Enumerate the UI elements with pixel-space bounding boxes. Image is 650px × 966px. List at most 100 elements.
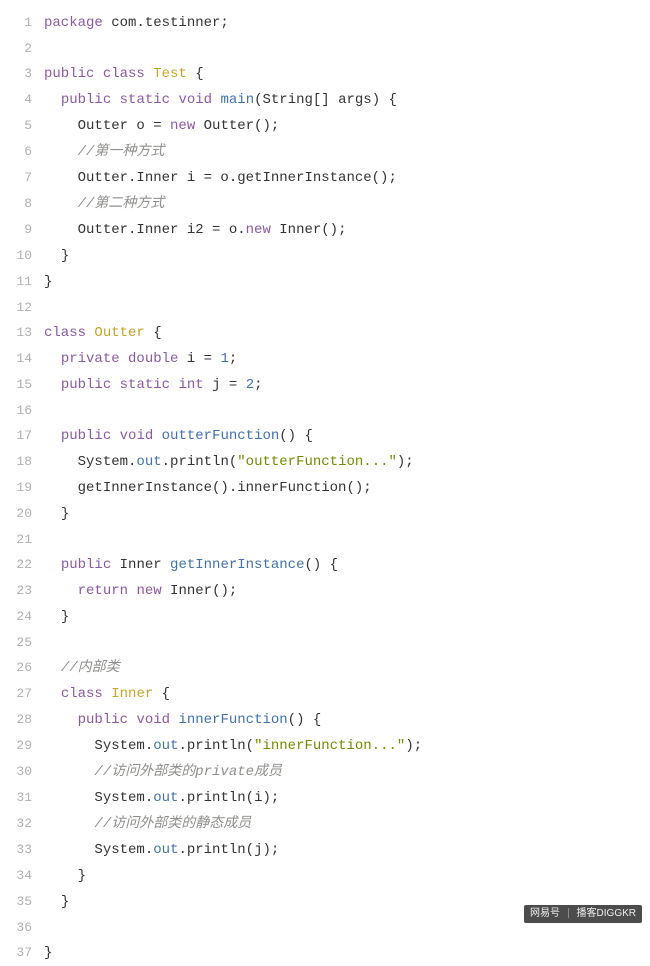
- code-line: 15 public static int j = 2;: [0, 372, 650, 398]
- code-line: 4 public static void main(String[] args)…: [0, 87, 650, 113]
- code-line: 30 //访问外部类的private成员: [0, 759, 650, 785]
- code-line: 21: [0, 527, 650, 552]
- line-number: 8: [0, 191, 44, 216]
- line-number: 2: [0, 36, 44, 61]
- code-content: }: [44, 270, 52, 295]
- line-number: 18: [0, 449, 44, 474]
- code-content: getInnerInstance().innerFunction();: [44, 476, 372, 501]
- code-line: 16: [0, 398, 650, 423]
- line-number: 27: [0, 681, 44, 706]
- line-number: 31: [0, 785, 44, 810]
- code-content: System.out.println(i);: [44, 786, 279, 811]
- line-number: 35: [0, 889, 44, 914]
- code-line: 8 //第二种方式: [0, 191, 650, 217]
- code-content: }: [44, 605, 69, 630]
- line-number: 5: [0, 113, 44, 138]
- code-content: System.out.println(j);: [44, 838, 279, 863]
- code-line: 14 private double i = 1;: [0, 346, 650, 372]
- code-line: 28 public void innerFunction() {: [0, 707, 650, 733]
- code-line: 19 getInnerInstance().innerFunction();: [0, 475, 650, 501]
- line-number: 17: [0, 423, 44, 448]
- line-number: 36: [0, 915, 44, 940]
- line-number: 29: [0, 733, 44, 758]
- line-number: 10: [0, 243, 44, 268]
- code-line: 5 Outter o = new Outter();: [0, 113, 650, 139]
- code-content: }: [44, 244, 69, 269]
- code-content: class Inner {: [44, 682, 170, 707]
- code-line: 10 }: [0, 243, 650, 269]
- code-content: Outter.Inner i2 = o.new Inner();: [44, 218, 346, 243]
- code-line: 22 public Inner getInnerInstance() {: [0, 552, 650, 578]
- line-number: 26: [0, 655, 44, 680]
- line-number: 20: [0, 501, 44, 526]
- code-line: 25: [0, 630, 650, 655]
- code-line: 32 //访问外部类的静态成员: [0, 811, 650, 837]
- watermark-separator: [568, 908, 569, 918]
- code-line: 37}: [0, 940, 650, 966]
- code-content: public void outterFunction() {: [44, 424, 313, 449]
- line-number: 11: [0, 269, 44, 294]
- line-number: 19: [0, 475, 44, 500]
- code-content: public static void main(String[] args) {: [44, 88, 397, 113]
- code-content: }: [44, 941, 52, 966]
- watermark-brand: 网易号: [530, 908, 560, 919]
- line-number: 23: [0, 578, 44, 603]
- watermark: 网易号 播客DIGGKR: [524, 905, 642, 923]
- code-content: package com.testinner;: [44, 11, 229, 36]
- code-line: 6 //第一种方式: [0, 139, 650, 165]
- line-number: 30: [0, 759, 44, 784]
- line-number: 3: [0, 61, 44, 86]
- code-editor: 1package com.testinner;23public class Te…: [0, 0, 650, 966]
- code-line: 12: [0, 295, 650, 320]
- code-line: 7 Outter.Inner i = o.getInnerInstance();: [0, 165, 650, 191]
- code-content: public static int j = 2;: [44, 373, 263, 398]
- line-number: 25: [0, 630, 44, 655]
- line-number: 21: [0, 527, 44, 552]
- code-line: 24 }: [0, 604, 650, 630]
- code-content: }: [44, 502, 69, 527]
- code-line: 18 System.out.println("outterFunction...…: [0, 449, 650, 475]
- code-content: //访问外部类的静态成员: [44, 812, 251, 837]
- line-number: 6: [0, 139, 44, 164]
- line-number: 13: [0, 320, 44, 345]
- line-number: 34: [0, 863, 44, 888]
- line-number: 33: [0, 837, 44, 862]
- line-number: 14: [0, 346, 44, 371]
- code-content: Outter.Inner i = o.getInnerInstance();: [44, 166, 397, 191]
- line-number: 28: [0, 707, 44, 732]
- line-number: 22: [0, 552, 44, 577]
- code-line: 26 //内部类: [0, 655, 650, 681]
- code-line: 20 }: [0, 501, 650, 527]
- watermark-author: 播客DIGGKR: [577, 908, 636, 919]
- line-number: 4: [0, 87, 44, 112]
- code-content: class Outter {: [44, 321, 162, 346]
- line-number: 12: [0, 295, 44, 320]
- code-line: 31 System.out.println(i);: [0, 785, 650, 811]
- code-line: 17 public void outterFunction() {: [0, 423, 650, 449]
- code-content: Outter o = new Outter();: [44, 114, 279, 139]
- code-content: //第二种方式: [44, 192, 164, 217]
- code-content: }: [44, 890, 69, 915]
- code-line: 29 System.out.println("innerFunction..."…: [0, 733, 650, 759]
- line-number: 7: [0, 165, 44, 190]
- code-line: 27 class Inner {: [0, 681, 650, 707]
- code-content: public Inner getInnerInstance() {: [44, 553, 338, 578]
- code-content: public class Test {: [44, 62, 204, 87]
- code-content: }: [44, 864, 86, 889]
- code-content: public void innerFunction() {: [44, 708, 321, 733]
- line-number: 16: [0, 398, 44, 423]
- code-line: 2: [0, 36, 650, 61]
- line-number: 9: [0, 217, 44, 242]
- line-number: 15: [0, 372, 44, 397]
- line-number: 1: [0, 10, 44, 35]
- code-content: //访问外部类的private成员: [44, 760, 282, 785]
- code-content: System.out.println("outterFunction...");: [44, 450, 414, 475]
- code-content: return new Inner();: [44, 579, 237, 604]
- code-line: 1package com.testinner;: [0, 10, 650, 36]
- line-number: 37: [0, 940, 44, 965]
- code-content: private double i = 1;: [44, 347, 237, 372]
- line-number: 24: [0, 604, 44, 629]
- code-line: 9 Outter.Inner i2 = o.new Inner();: [0, 217, 650, 243]
- code-content: //内部类: [44, 656, 120, 681]
- code-line: 33 System.out.println(j);: [0, 837, 650, 863]
